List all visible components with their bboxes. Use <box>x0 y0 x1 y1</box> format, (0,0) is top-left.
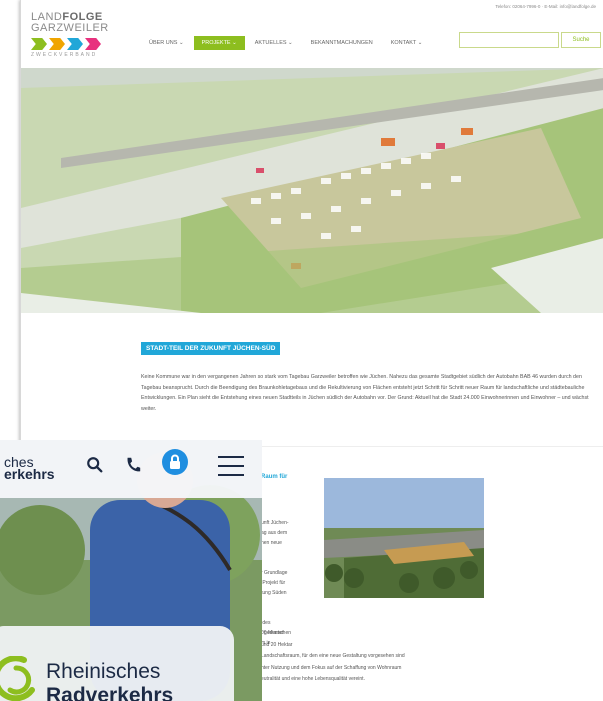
brand-name-line-2: Radverkehrs <box>46 684 174 701</box>
menu-icon[interactable] <box>218 456 244 476</box>
contact-info: Telefon: 02064-7996-0 · E-Mail: info@lan… <box>495 4 596 9</box>
brand-logo-icon <box>0 656 35 701</box>
search-icon[interactable] <box>86 456 104 474</box>
chevron-blue <box>67 38 83 50</box>
mobile-screenshot-overlay: ches erkehrs Rheinisches Radverkehrs <box>0 440 262 701</box>
brand-name-line-1: Rheinisches <box>46 660 161 683</box>
lower-text: 00 Menschen und 20 Hektar Landschaftsraum… <box>261 630 405 682</box>
nav-bekanntmachungen[interactable]: BEKANNTMACHUNGEN <box>303 36 381 50</box>
hero-image <box>21 68 603 313</box>
mobile-site-title[interactable]: ches erkehrs <box>4 455 55 481</box>
logo-line-2: GARZWEILER <box>31 22 109 34</box>
search-button[interactable]: Suche <box>561 32 601 48</box>
nav-ueber-uns[interactable]: ÜBER UNS ⌄ <box>141 36 192 50</box>
login-button[interactable] <box>162 449 188 475</box>
phone-icon[interactable] <box>124 456 142 474</box>
site-logo[interactable]: LANDFOLGE GARZWEILER ZWECKVERBAND <box>31 12 121 58</box>
chevron-green <box>31 38 47 50</box>
lock-icon <box>170 454 180 469</box>
intro-paragraph: Keine Kommune war in den vergangenen Jah… <box>141 374 589 412</box>
logo-chevrons <box>31 38 121 50</box>
search-input[interactable] <box>459 32 559 48</box>
chevron-pink <box>85 38 101 50</box>
landscape-photo <box>324 478 484 598</box>
subsection-heading: Raum für <box>261 474 288 480</box>
nav-kontakt[interactable]: KONTAKT ⌄ <box>383 36 431 50</box>
chevron-orange <box>49 38 65 50</box>
main-nav: ÜBER UNS ⌄ PROJEKTE ⌄ AKTUELLES ⌄ BEKANN… <box>141 36 430 50</box>
nav-aktuelles[interactable]: AKTUELLES ⌄ <box>247 36 301 50</box>
nav-projekte[interactable]: PROJEKTE ⌄ <box>193 36 245 50</box>
logo-line-3: ZWECKVERBAND <box>31 52 98 58</box>
section-headline: STADT-TEIL DER ZUKUNFT JÜCHEN-SÜD <box>141 342 281 355</box>
brand-card: Rheinisches Radverkehrs <box>0 626 234 701</box>
